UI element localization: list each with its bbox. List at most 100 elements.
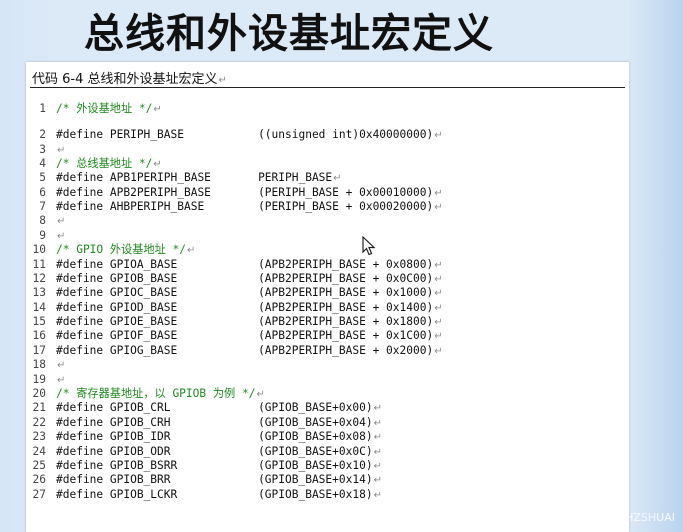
pilcrow-icon: ↵	[57, 360, 66, 371]
code-text: ↵	[56, 229, 65, 244]
pilcrow-icon: ↵	[434, 202, 443, 213]
code-comment: /* GPIO 外设基地址 */↵	[56, 243, 195, 258]
code-text: ↵	[56, 214, 65, 229]
watermark-text: https://blog.csdn.net/JHZSHUAI	[504, 511, 675, 524]
code-listing: 1/* 外设基地址 */↵ 2 #define PERIPH_BASE ((unsi…	[26, 62, 629, 532]
line-number: 19	[32, 373, 46, 386]
slide-title: 总线和外设基址宏定义	[84, 11, 494, 57]
document-page: 代码 6-4 总线和外设基址宏定义↵ 1/* 外设基地址 */↵ 2 #define…	[26, 62, 629, 532]
pilcrow-icon: ↵	[434, 188, 443, 199]
code-text: #define GPIOB_LCKR (GPIOB_BASE+0x18)↵	[56, 488, 382, 503]
code-content: #define GPIOB_LCKR (GPIOB_BASE+0x18)	[56, 488, 373, 501]
line-number: 4	[39, 157, 46, 170]
line-number: 24	[32, 445, 46, 458]
code-comment: /* 总线基地址 */↵	[56, 157, 162, 172]
line-number: 20	[32, 387, 46, 400]
code-content: /* GPIO 外设基地址 */	[56, 243, 187, 256]
code-text: ↵	[56, 143, 65, 158]
pilcrow-icon: ↵	[434, 303, 443, 314]
line-number: 27	[32, 488, 46, 501]
code-content: /* 外设基地址 */	[56, 102, 153, 115]
code-content: #define GPIOB_BRR (GPIOB_BASE+0x14)	[56, 473, 373, 486]
code-text: #define GPIOE_BASE (APB2PERIPH_BASE + 0x…	[56, 315, 443, 330]
code-text: #define GPIOB_IDR (GPIOB_BASE+0x08)↵	[56, 430, 382, 445]
line-number: 6	[39, 186, 46, 199]
pilcrow-icon: ↵	[434, 274, 443, 285]
code-text: #define GPIOD_BASE (APB2PERIPH_BASE + 0x…	[56, 301, 443, 316]
line-number: 1	[39, 102, 46, 115]
pilcrow-icon: ↵	[373, 432, 382, 443]
pilcrow-icon: ↵	[373, 490, 382, 501]
code-text: #define GPIOB_BASE (APB2PERIPH_BASE + 0x…	[56, 272, 443, 287]
pilcrow-icon: ↵	[333, 173, 342, 184]
code-text: #define GPIOG_BASE (APB2PERIPH_BASE + 0x…	[56, 344, 443, 359]
code-content: #define GPIOF_BASE (APB2PERIPH_BASE + 0x…	[56, 329, 434, 342]
code-content: #define GPIOC_BASE (APB2PERIPH_BASE + 0x…	[56, 286, 434, 299]
code-content: #define GPIOG_BASE (APB2PERIPH_BASE + 0x…	[56, 344, 434, 357]
line-number: 8	[39, 214, 46, 227]
pilcrow-icon: ↵	[434, 346, 443, 357]
line-number: 22	[32, 416, 46, 429]
code-comment: /* 寄存器基地址，以 GPIOB 为例 */↵	[56, 387, 265, 402]
code-content: /* 寄存器基地址，以 GPIOB 为例 */	[56, 387, 256, 400]
code-text: #define GPIOB_BRR (GPIOB_BASE+0x14)↵	[56, 473, 382, 488]
line-number: 18	[32, 358, 46, 371]
code-content: #define GPIOD_BASE (APB2PERIPH_BASE + 0x…	[56, 301, 434, 314]
pilcrow-icon: ↵	[57, 145, 66, 156]
code-text: #define APB1PERIPH_BASE PERIPH_BASE↵	[56, 171, 342, 186]
pilcrow-icon: ↵	[434, 317, 443, 328]
line-number: 5	[39, 171, 46, 184]
line-number: 25	[32, 459, 46, 472]
line-number: 14	[32, 301, 46, 314]
code-text: #define GPIOB_CRH (GPIOB_BASE+0x04)↵	[56, 416, 382, 431]
pilcrow-icon: ↵	[373, 475, 382, 486]
code-text: #define PERIPH_BASE ((unsigned int)0x400…	[56, 128, 443, 143]
code-text: #define GPIOC_BASE (APB2PERIPH_BASE + 0x…	[56, 286, 443, 301]
code-text: #define GPIOF_BASE (APB2PERIPH_BASE + 0x…	[56, 329, 443, 344]
pilcrow-icon: ↵	[187, 245, 196, 256]
line-number: 10	[32, 243, 46, 256]
line-number: 9	[39, 229, 46, 242]
code-content: #define GPIOB_CRH (GPIOB_BASE+0x04)	[56, 416, 373, 429]
mouse-pointer-icon	[362, 236, 376, 256]
code-content: /* 总线基地址 */	[56, 157, 153, 170]
code-text: #define GPIOB_CRL (GPIOB_BASE+0x00)↵	[56, 401, 382, 416]
code-content: #define GPIOA_BASE (APB2PERIPH_BASE + 0x…	[56, 258, 434, 271]
code-content: #define GPIOB_ODR (GPIOB_BASE+0x0C)	[56, 445, 373, 458]
pilcrow-icon: ↵	[373, 461, 382, 472]
pilcrow-icon: ↵	[373, 403, 382, 414]
code-text: #define APB2PERIPH_BASE (PERIPH_BASE + 0…	[56, 186, 443, 201]
code-text: #define GPIOA_BASE (APB2PERIPH_BASE + 0x…	[56, 258, 443, 273]
pilcrow-icon: ↵	[434, 130, 443, 141]
code-content: #define GPIOB_BSRR (GPIOB_BASE+0x10)	[56, 459, 373, 472]
line-number: 2	[39, 128, 46, 141]
code-content: #define GPIOB_CRL (GPIOB_BASE+0x00)	[56, 401, 373, 414]
code-content: #define APB1PERIPH_BASE PERIPH_BASE	[56, 171, 333, 184]
pilcrow-icon: ↵	[434, 260, 443, 271]
pilcrow-icon: ↵	[256, 389, 265, 400]
pilcrow-icon: ↵	[57, 216, 66, 227]
line-number: 11	[32, 258, 46, 271]
line-number: 26	[32, 473, 46, 486]
code-content: #define GPIOB_IDR (GPIOB_BASE+0x08)	[56, 430, 373, 443]
line-number: 12	[32, 272, 46, 285]
pilcrow-icon: ↵	[57, 231, 66, 242]
code-content: #define GPIOB_BASE (APB2PERIPH_BASE + 0x…	[56, 272, 434, 285]
line-number: 13	[32, 286, 46, 299]
line-number: 16	[32, 329, 46, 342]
code-text: #define GPIOB_ODR (GPIOB_BASE+0x0C)↵	[56, 445, 382, 460]
code-content: #define APB2PERIPH_BASE (PERIPH_BASE + 0…	[56, 186, 434, 199]
pilcrow-icon: ↵	[153, 104, 162, 115]
code-content: #define GPIOE_BASE (APB2PERIPH_BASE + 0x…	[56, 315, 434, 328]
pilcrow-icon: ↵	[434, 331, 443, 342]
code-comment: /* 外设基地址 */↵	[56, 102, 162, 117]
pilcrow-icon: ↵	[434, 288, 443, 299]
code-text: ↵	[56, 358, 65, 373]
code-content: #define PERIPH_BASE ((unsigned int)0x400…	[56, 128, 434, 141]
code-text: ↵	[56, 373, 65, 388]
line-number: 15	[32, 315, 46, 328]
code-text: #define GPIOB_BSRR (GPIOB_BASE+0x10)↵	[56, 459, 382, 474]
line-number: 7	[39, 200, 46, 213]
code-text: #define AHBPERIPH_BASE (PERIPH_BASE + 0x…	[56, 200, 443, 215]
pilcrow-icon: ↵	[373, 447, 382, 458]
